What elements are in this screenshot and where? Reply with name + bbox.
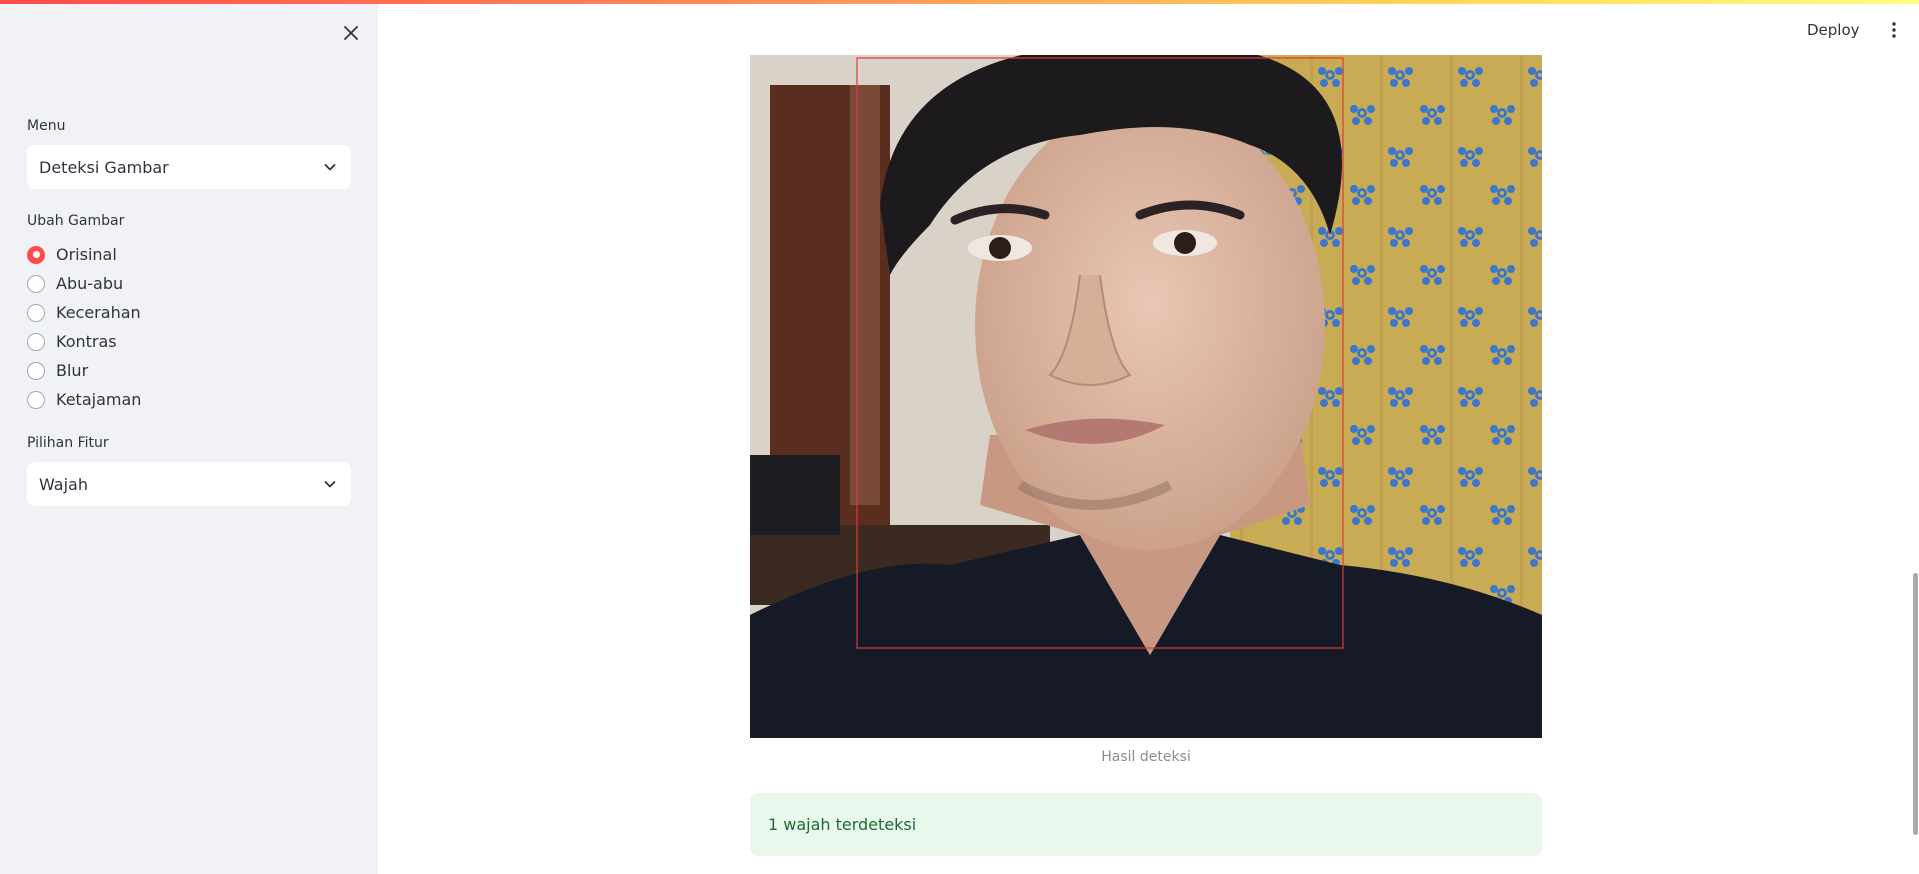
- radio-option-blur[interactable]: Blur: [27, 356, 141, 385]
- radio-option-abu-abu[interactable]: Abu-abu: [27, 269, 141, 298]
- close-sidebar-button[interactable]: [338, 20, 364, 46]
- radio-option-kecerahan[interactable]: Kecerahan: [27, 298, 141, 327]
- image-caption: Hasil deteksi: [1101, 749, 1191, 765]
- radio-option-ketajaman[interactable]: Ketajaman: [27, 385, 141, 414]
- chevron-down-icon: [324, 481, 336, 488]
- pilihan-fitur-label: Pilihan Fitur: [27, 435, 109, 451]
- main-menu-button[interactable]: [1886, 18, 1902, 42]
- sidebar: Menu Deteksi Gambar Ubah Gambar Orisinal…: [0, 0, 378, 874]
- chevron-down-icon: [324, 164, 336, 171]
- deploy-button[interactable]: Deploy: [1807, 18, 1860, 42]
- radio-indicator[interactable]: [27, 303, 45, 322]
- fitur-select[interactable]: Wajah: [27, 462, 351, 506]
- ubah-gambar-radio-group: Orisinal Abu-abu Kecerahan Kontras Blur Ketaj…: [27, 240, 141, 414]
- radio-indicator[interactable]: [27, 332, 45, 351]
- radio-label: Abu-abu: [56, 274, 124, 293]
- radio-indicator[interactable]: [27, 245, 45, 264]
- photo-illustration: [750, 55, 1542, 738]
- radio-label: Kecerahan: [56, 303, 141, 322]
- radio-option-orisinal[interactable]: Orisinal: [27, 240, 141, 269]
- menu-select-value: Deteksi Gambar: [39, 157, 169, 177]
- success-alert-text: 1 wajah terdeteksi: [768, 815, 917, 834]
- radio-label: Ketajaman: [56, 390, 142, 409]
- page-scrollbar[interactable]: [1913, 573, 1918, 835]
- radio-option-kontras[interactable]: Kontras: [27, 327, 141, 356]
- menu-label: Menu: [27, 118, 66, 134]
- radio-label: Kontras: [56, 332, 117, 351]
- menu-select[interactable]: Deteksi Gambar: [27, 145, 351, 189]
- top-decoration-bar: [0, 0, 1919, 4]
- ubah-gambar-label: Ubah Gambar: [27, 213, 125, 229]
- radio-label: Blur: [56, 361, 89, 380]
- detection-result-image: [750, 55, 1542, 738]
- radio-indicator[interactable]: [27, 274, 45, 293]
- close-icon: [344, 26, 358, 40]
- radio-indicator[interactable]: [27, 390, 45, 409]
- success-alert: 1 wajah terdeteksi: [750, 793, 1542, 856]
- radio-indicator[interactable]: [27, 361, 45, 380]
- fitur-select-value: Wajah: [39, 474, 88, 494]
- radio-label: Orisinal: [56, 245, 117, 264]
- kebab-menu-icon: [1892, 22, 1896, 38]
